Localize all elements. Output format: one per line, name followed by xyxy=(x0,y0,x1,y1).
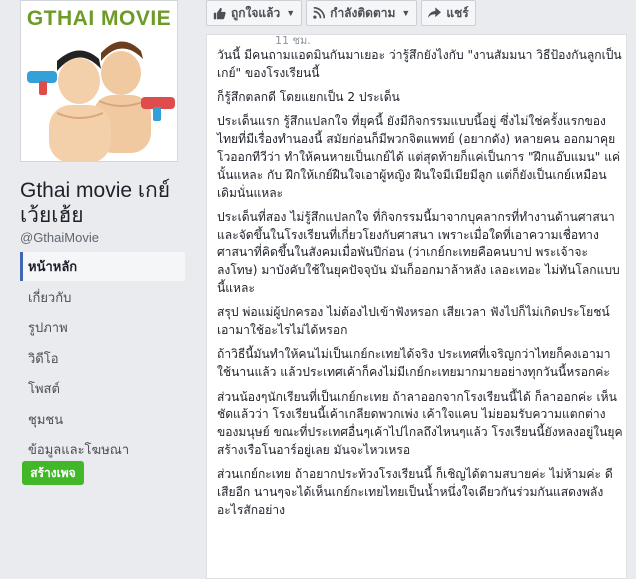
share-arrow-icon xyxy=(428,7,442,19)
share-label: แชร์ xyxy=(446,5,469,20)
nav-item-photos[interactable]: รูปภาพ xyxy=(20,313,185,342)
thumbs-up-icon xyxy=(213,7,226,20)
left-column: GTHAI MOVIE Gthai movie เกย์เว้ยเฮ้ย @Gt… xyxy=(0,0,192,573)
nav-item-videos[interactable]: วิดีโอ xyxy=(20,344,185,373)
post-paragraph: วันนี้ มีคนถามแอดมินกันมาเยอะ ว่ารู้สึกย… xyxy=(217,48,622,80)
like-button[interactable]: ถูกใจแล้ว ▼ xyxy=(206,0,303,26)
post-paragraph: ถ้าวิธีนี้มันทำให้คนไม่เป็นเกย์กะเทยได้จ… xyxy=(217,347,611,380)
page-action-bar: ถูกใจแล้ว ▼ กำลังติดตาม ▼ แชร์ xyxy=(206,0,476,27)
post-text: วันนี้ มีคนถามแอดมินกันมาเยอะ ว่ารู้สึกย… xyxy=(217,47,623,526)
like-label: ถูกใจแล้ว xyxy=(231,5,281,20)
page-name: Gthai movie เกย์เว้ยเฮ้ย xyxy=(20,179,171,227)
post-paragraph: ก็รู้สึกตลกดี โดยแยกเป็น 2 ประเด็น xyxy=(217,90,400,105)
create-page-button[interactable]: สร้างเพจ xyxy=(22,461,84,485)
chevron-down-icon: ▼ xyxy=(401,8,411,18)
follow-label: กำลังติดตาม xyxy=(330,5,396,20)
cartoon-illustration xyxy=(27,41,175,161)
post-paragraph: ส่วนเกย์กะเทย ถ้าอยากประท้วงโรงเรียนนี้ … xyxy=(217,467,613,517)
page-nav: หน้าหลัก เกี่ยวกับ รูปภาพ วิดีโอ โพสต์ ช… xyxy=(20,252,185,466)
page-avatar[interactable]: GTHAI MOVIE xyxy=(20,0,178,162)
post-paragraph: สรุป พ่อแม่ผู้ปกครอง ไม่ต้องไปเข้าฟังหรอ… xyxy=(217,305,610,338)
post-paragraph: ประเด็นแรก รู้สึกแปลกใจ ที่ยุคนี้ ยังมีก… xyxy=(217,114,621,200)
post-paragraph: ประเด็นที่สอง ไม่รู้สึกแปลกใจ ที่กิจกรรม… xyxy=(217,209,620,296)
rss-icon xyxy=(313,7,326,19)
nav-item-home[interactable]: หน้าหลัก xyxy=(20,252,185,281)
nav-item-posts[interactable]: โพสต์ xyxy=(20,374,185,403)
post-card: 11 ชม. วันนี้ มีคนถามแอดมินกันมาเยอะ ว่า… xyxy=(206,34,627,579)
share-button[interactable]: แชร์ xyxy=(421,0,476,26)
follow-button[interactable]: กำลังติดตาม ▼ xyxy=(306,0,418,26)
post-paragraph: ส่วนน้องๆนักเรียนที่เป็นเกย์กะเทย ถ้าลาอ… xyxy=(217,389,623,457)
nav-item-info-ads[interactable]: ข้อมูลและโฆษณา xyxy=(20,435,185,464)
nav-item-about[interactable]: เกี่ยวกับ xyxy=(20,283,185,312)
page-handle: @GthaiMovie xyxy=(20,230,99,245)
nav-item-community[interactable]: ชุมชน xyxy=(20,405,185,434)
chevron-down-icon: ▼ xyxy=(286,8,296,18)
